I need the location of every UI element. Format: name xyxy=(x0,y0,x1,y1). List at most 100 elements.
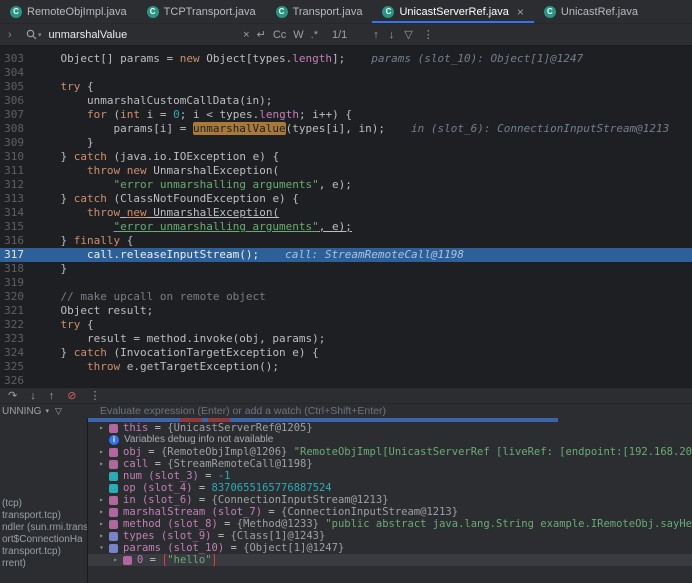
java-class-icon: C xyxy=(147,6,159,18)
code-line: 314 throw new UnmarshalException( xyxy=(0,206,692,220)
expand-replace-chevron-icon[interactable]: › xyxy=(8,29,16,41)
close-tab-icon[interactable]: × xyxy=(517,6,524,18)
debug-info-row[interactable]: iVariables debug info not available xyxy=(88,434,692,446)
equals-sign: = xyxy=(212,530,231,542)
chevron-right-icon[interactable]: ▸ xyxy=(96,422,107,434)
frames-panel: (tcp)transport.tcp)ndler (sun.rmi.transo… xyxy=(0,418,88,583)
newline-icon[interactable]: ↵ xyxy=(257,28,266,41)
variable-object-icon xyxy=(109,424,118,433)
variable-name: method (slot_8) xyxy=(123,518,218,530)
more-actions-icon[interactable]: ⋮ xyxy=(89,389,100,402)
code-line: 326 xyxy=(0,374,692,387)
tab-label: Transport.java xyxy=(293,6,363,18)
variable-name: op (slot_4) xyxy=(123,482,193,494)
filter-search-icon[interactable]: ▽ xyxy=(404,28,412,41)
chevron-down-icon[interactable]: ▾ xyxy=(96,542,107,554)
java-class-icon: C xyxy=(10,6,22,18)
code-line: 312 "error unmarshalling arguments", e); xyxy=(0,178,692,192)
debug-panel-body: (tcp)transport.tcp)ndler (sun.rmi.transo… xyxy=(0,418,692,583)
search-field[interactable]: ▾ unmarshalValue × ↵ Cc W .* xyxy=(26,28,318,41)
line-number: 320 xyxy=(0,290,34,304)
code-line: 317 call.releaseInputStream();call: Stre… xyxy=(0,248,692,262)
code-line: 304 xyxy=(0,66,692,80)
code-line: 318 } xyxy=(0,262,692,276)
variable-row[interactable]: ▸call = {StreamRemoteCall@1198} xyxy=(88,458,692,470)
stack-frame[interactable]: rrent) xyxy=(0,558,87,570)
inline-debug-hint: in (slot_6): ConnectionInputStream@1213 … xyxy=(411,122,692,135)
variable-row[interactable]: ▸in (slot_6) = {ConnectionInputStream@12… xyxy=(88,494,692,506)
thread-status-label: UNNING xyxy=(2,406,41,417)
variable-row[interactable]: ▸0 = "hello" xyxy=(88,554,692,566)
variable-row[interactable]: ▸method (slot_8) = {Method@1233} "public… xyxy=(88,518,692,530)
debug-info-text: Variables debug info not available xyxy=(124,434,273,446)
variable-object-icon xyxy=(109,448,118,457)
chevron-down-icon: ▾ xyxy=(45,407,49,415)
tab-RemoteObjImpl.java[interactable]: C RemoteObjImpl.java xyxy=(0,0,137,23)
equals-sign: = xyxy=(143,554,162,566)
match-case-toggle[interactable]: Cc xyxy=(273,29,286,41)
thread-status[interactable]: UNNING ▾ ▽ xyxy=(0,406,88,417)
mute-breakpoints-icon[interactable]: ⊘ xyxy=(67,389,76,402)
line-number: 313 xyxy=(0,192,34,206)
variable-value: {UnicastServerRef@1205} xyxy=(167,422,312,434)
line-number: 318 xyxy=(0,262,34,276)
variable-row[interactable]: ▸types (slot_9) = {Class[1]@1243} xyxy=(88,530,692,542)
filter-threads-icon[interactable]: ▽ xyxy=(55,406,62,417)
clear-search-icon[interactable]: × xyxy=(243,29,249,41)
step-over-icon[interactable]: ↷ xyxy=(8,389,17,402)
stack-frame[interactable]: (tcp) xyxy=(0,498,87,510)
debug-toolbar: ↷ ↓ ↑ ⊘ ⋮ xyxy=(0,387,692,403)
variable-name: this xyxy=(123,422,148,434)
code-line: 306 unmarshalCustomCallData(in); xyxy=(0,94,692,108)
variable-row[interactable]: ▾params (slot_10) = {Object[1]@1247} xyxy=(88,542,692,554)
variable-value: 8370655165776887524 xyxy=(212,482,332,494)
search-icon: ▾ xyxy=(26,29,42,40)
variable-row[interactable]: ▸marshalStream (slot_7) = {ConnectionInp… xyxy=(88,506,692,518)
variable-value: "public abstract java.lang.String exampl… xyxy=(325,518,692,530)
line-number: 310 xyxy=(0,150,34,164)
variable-row[interactable]: num (slot_3) = -1 xyxy=(88,470,692,482)
more-options-icon[interactable]: ⋮ xyxy=(423,28,434,41)
variable-row[interactable]: op (slot_4) = 8370655165776887524 xyxy=(88,482,692,494)
tab-TCPTransport.java[interactable]: CTCPTransport.java xyxy=(137,0,266,23)
variable-primitive-icon xyxy=(109,472,118,481)
equals-sign: = xyxy=(218,518,237,530)
chevron-right-icon[interactable]: ▸ xyxy=(110,554,121,566)
variables-panel: ▸ this = {UnicastServerRef@1205}iVariable… xyxy=(88,418,692,583)
clipped-selected-row[interactable] xyxy=(88,418,558,422)
variable-row[interactable]: ▸this = {UnicastServerRef@1205} xyxy=(88,422,692,434)
tab-UnicastServerRef.java[interactable]: CUnicastServerRef.java× xyxy=(372,0,533,23)
tab-label: RemoteObjImpl.java xyxy=(27,6,127,18)
search-input[interactable]: unmarshalValue xyxy=(49,29,237,41)
variable-name: in (slot_6) xyxy=(123,494,193,506)
chevron-right-icon[interactable]: ▸ xyxy=(96,518,107,530)
step-out-icon[interactable]: ↑ xyxy=(49,390,55,402)
chevron-right-icon[interactable]: ▸ xyxy=(96,446,107,458)
variable-row[interactable]: ▸obj = {RemoteObjImpl@1206} "RemoteObjIm… xyxy=(88,446,692,458)
stack-frame[interactable]: ndler (sun.rmi.trans xyxy=(0,522,87,534)
variable-object-icon xyxy=(109,460,118,469)
next-match-icon[interactable]: ↓ xyxy=(389,29,395,41)
variable-value: {RemoteObjImpl@1206} xyxy=(161,446,294,458)
line-number: 321 xyxy=(0,304,34,318)
chevron-right-icon[interactable]: ▸ xyxy=(96,458,107,470)
chevron-right-icon[interactable]: ▸ xyxy=(96,506,107,518)
code-line: 311 throw new UnmarshalException( xyxy=(0,164,692,178)
chevron-right-icon[interactable]: ▸ xyxy=(96,530,107,542)
stack-frame[interactable]: transport.tcp) xyxy=(0,546,87,558)
stack-frame[interactable]: ort$ConnectionHa xyxy=(0,534,87,546)
tab-UnicastRef.java[interactable]: CUnicastRef.java xyxy=(534,0,648,23)
prev-match-icon[interactable]: ↑ xyxy=(373,29,379,41)
step-into-icon[interactable]: ↓ xyxy=(30,390,36,402)
words-toggle[interactable]: W xyxy=(293,29,303,41)
chevron-right-icon[interactable]: ▸ xyxy=(96,494,107,506)
tab-Transport.java[interactable]: CTransport.java xyxy=(266,0,373,23)
evaluate-placeholder: Evaluate expression (Enter) or add a wat… xyxy=(100,405,386,417)
stack-frame[interactable]: transport.tcp) xyxy=(0,510,87,522)
evaluate-expression-input[interactable]: Evaluate expression (Enter) or add a wat… xyxy=(88,405,692,417)
code-editor[interactable]: 303 Object[] params = new Object[types.l… xyxy=(0,46,692,387)
regex-toggle[interactable]: .* xyxy=(311,29,318,41)
java-class-icon: C xyxy=(544,6,556,18)
code-line: 309 } xyxy=(0,136,692,150)
code-line: 316 } finally { xyxy=(0,234,692,248)
